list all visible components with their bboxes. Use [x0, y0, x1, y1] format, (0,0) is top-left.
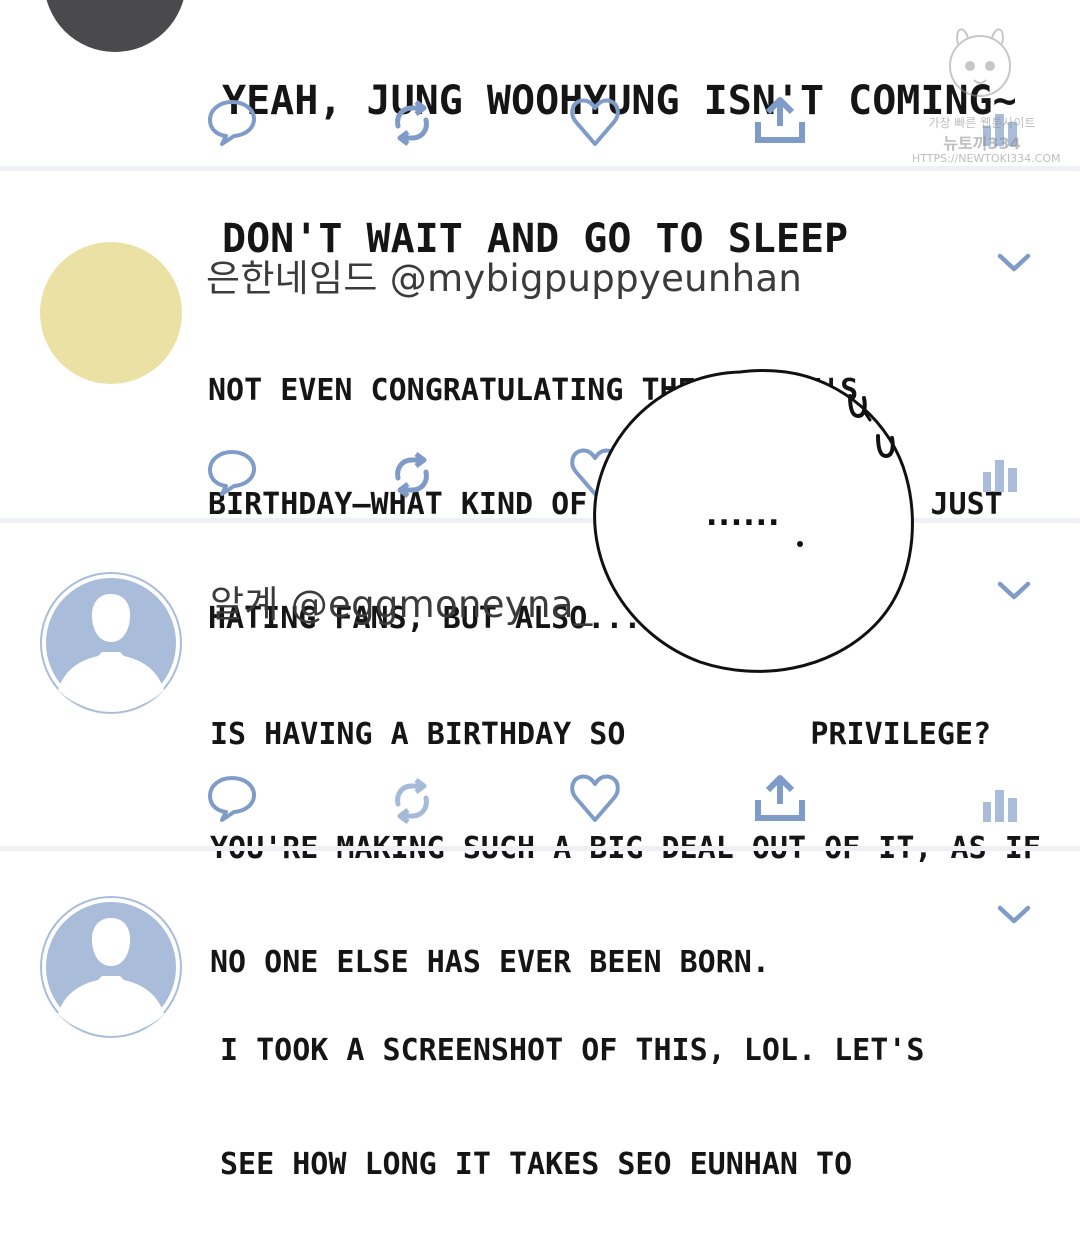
default-user-icon — [42, 574, 180, 712]
comment-icon[interactable] — [206, 98, 258, 146]
retweet-icon[interactable] — [388, 100, 436, 146]
tweet-feed: YEAH, JUNG WOOHYUNG ISN'T COMING~ DON'T … — [0, 0, 1080, 1182]
watermark: 가장 빠른 웹툰사이트 뉴토끼334 HTTPS://NEWTOKI334.CO… — [906, 22, 1061, 174]
default-user-icon — [42, 898, 180, 1036]
avatar[interactable] — [44, 0, 186, 52]
share-icon[interactable] — [752, 774, 808, 822]
bubble-end-dot — [797, 541, 803, 547]
analytics-icon[interactable] — [982, 456, 1018, 492]
tweet-body-line: IS HAVING A BIRTHDAY SO PRIVILEGE? — [210, 717, 992, 752]
chevron-down-icon[interactable] — [996, 252, 1032, 274]
retweet-icon[interactable] — [388, 778, 436, 824]
like-icon[interactable] — [568, 96, 622, 148]
display-name[interactable]: 알계 — [210, 583, 279, 626]
divider — [0, 846, 1080, 851]
mascot-icon — [949, 28, 1011, 97]
user-handle[interactable]: @mybigpuppyeunhan — [390, 257, 802, 300]
like-icon[interactable] — [568, 772, 622, 824]
avatar[interactable] — [40, 242, 182, 384]
tweet-header: 은한네임드 @mybigpuppyeunhan — [206, 248, 802, 302]
analytics-icon[interactable] — [982, 786, 1018, 822]
comment-icon[interactable] — [206, 448, 258, 496]
retweet-icon[interactable] — [388, 452, 436, 498]
tweet-header: 알계 @eggmoneyna_ — [210, 574, 593, 628]
share-icon[interactable] — [752, 96, 808, 144]
tweet-body-line: I TOOK A SCREENSHOT OF THIS, LOL. LET'S — [220, 1033, 925, 1068]
chevron-down-icon[interactable] — [996, 904, 1032, 926]
user-handle[interactable]: @eggmoneyna_ — [291, 583, 593, 626]
tweet-4: I TOOK A SCREENSHOT OF THIS, LOL. LET'S … — [0, 852, 1080, 1182]
sound-effect — [848, 394, 895, 459]
tweet-body-line: SEE HOW LONG IT TAKES SEO EUNHAN TO — [220, 1147, 853, 1182]
speech-bubble-text: ...... — [706, 498, 781, 533]
tweet-body: I TOOK A SCREENSHOT OF THIS, LOL. LET'S … — [220, 956, 924, 1260]
watermark-line: 가장 빠른 웹툰사이트 — [928, 116, 1036, 130]
watermark-line: 뉴토끼334 — [943, 134, 1021, 153]
display-name[interactable]: 은한네임드 — [206, 257, 378, 300]
chevron-down-icon[interactable] — [996, 580, 1032, 602]
watermark-line: HTTPS://NEWTOKI334.COM — [912, 152, 1061, 165]
comment-icon[interactable] — [206, 774, 258, 822]
avatar[interactable] — [40, 896, 182, 1038]
avatar[interactable] — [40, 572, 182, 714]
